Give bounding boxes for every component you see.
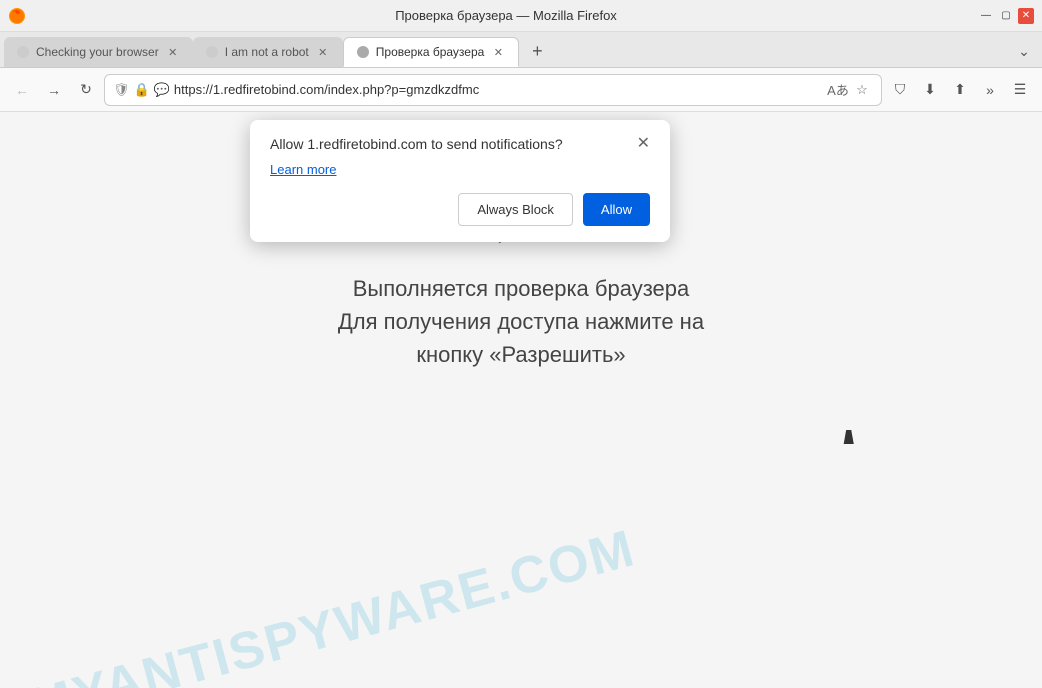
forward-button[interactable]: → <box>40 76 68 104</box>
tab-label-0: Checking your browser <box>36 45 159 59</box>
page-text-area: Выполняется проверка браузера Для получе… <box>0 272 1042 371</box>
minimize-button[interactable]: — <box>978 8 994 24</box>
page-text-line3: кнопку «Разрешить» <box>416 342 625 367</box>
translate-icon[interactable]: Aあ <box>827 79 849 101</box>
tab-close-1[interactable]: ✕ <box>315 44 331 60</box>
menu-button[interactable]: ☰ <box>1006 76 1034 104</box>
shield-toolbar-button[interactable]: ⛉ <box>886 76 914 104</box>
page-text-line1: Выполняется проверка браузера <box>353 276 690 301</box>
urlbar[interactable]: 🛡 🔒 💬 https://1.redfiretobind.com/index.… <box>104 74 882 106</box>
share-button[interactable]: ⬆ <box>946 76 974 104</box>
cursor-indicator <box>845 430 855 446</box>
bookmark-icon[interactable]: ☆ <box>851 79 873 101</box>
popup-buttons: Always Block Allow <box>270 193 650 226</box>
back-button[interactable]: ← <box>8 76 36 104</box>
popup-header: Allow 1.redfiretobind.com to send notifi… <box>270 136 650 152</box>
close-window-button[interactable]: ✕ <box>1018 8 1034 24</box>
tab-checking-your-browser[interactable]: Checking your browser ✕ <box>4 37 193 67</box>
reload-button[interactable]: ↻ <box>72 76 100 104</box>
tab-favicon-0 <box>16 45 30 59</box>
shield-icon: 🛡 <box>113 82 130 98</box>
page-text-line2: Для получения доступа нажмите на <box>338 309 704 334</box>
titlebar: Проверка браузера — Mozilla Firefox — ▢ … <box>0 0 1042 32</box>
tab-close-0[interactable]: ✕ <box>165 44 181 60</box>
always-block-button[interactable]: Always Block <box>458 193 573 226</box>
download-button[interactable]: ⬇ <box>916 76 944 104</box>
toolbar-right: ⛉ ⬇ ⬆ » ☰ <box>886 76 1034 104</box>
learn-more-link[interactable]: Learn more <box>270 162 650 177</box>
tab-list-button[interactable]: ⌄ <box>1010 37 1038 65</box>
notification-popup: Allow 1.redfiretobind.com to send notifi… <box>250 120 670 242</box>
tab-label-2: Проверка браузера <box>376 45 485 59</box>
allow-button[interactable]: Allow <box>583 193 650 226</box>
tab-iam-not-robot[interactable]: I am not a robot ✕ <box>193 37 343 67</box>
page-main-text: Выполняется проверка браузера Для получе… <box>0 272 1042 371</box>
tab-label-1: I am not a robot <box>225 45 309 59</box>
urlbar-security-icons: 🛡 🔒 💬 <box>113 82 170 98</box>
urlbar-actions: Aあ ☆ <box>827 79 873 101</box>
maximize-button[interactable]: ▢ <box>998 8 1014 24</box>
popup-title: Allow 1.redfiretobind.com to send notifi… <box>270 136 563 152</box>
popup-close-button[interactable]: ✕ <box>637 136 650 152</box>
lock-icon: 🔒 <box>134 82 150 98</box>
tab-proverka-brauzera[interactable]: Проверка браузера ✕ <box>343 37 520 67</box>
firefox-icon <box>8 7 26 25</box>
navbar: ← → ↻ 🛡 🔒 💬 https://1.redfiretobind.com/… <box>0 68 1042 112</box>
browser-content: Allow 1.redfiretobind.com to send notifi… <box>0 112 1042 688</box>
more-tools-button[interactable]: » <box>976 76 1004 104</box>
tab-favicon-2 <box>356 45 370 59</box>
tab-favicon-1 <box>205 45 219 59</box>
tabbar: Checking your browser ✕ I am not a robot… <box>0 32 1042 68</box>
window-title: Проверка браузера — Mozilla Firefox <box>34 8 978 23</box>
tab-close-2[interactable]: ✕ <box>490 44 506 60</box>
window-controls: — ▢ ✕ <box>978 8 1034 24</box>
new-tab-button[interactable]: + <box>523 37 551 65</box>
notification-icon: 💬 <box>154 82 170 98</box>
watermark: MYANTISPYWARE.COM <box>23 518 642 688</box>
url-text: https://1.redfiretobind.com/index.php?p=… <box>174 82 823 97</box>
